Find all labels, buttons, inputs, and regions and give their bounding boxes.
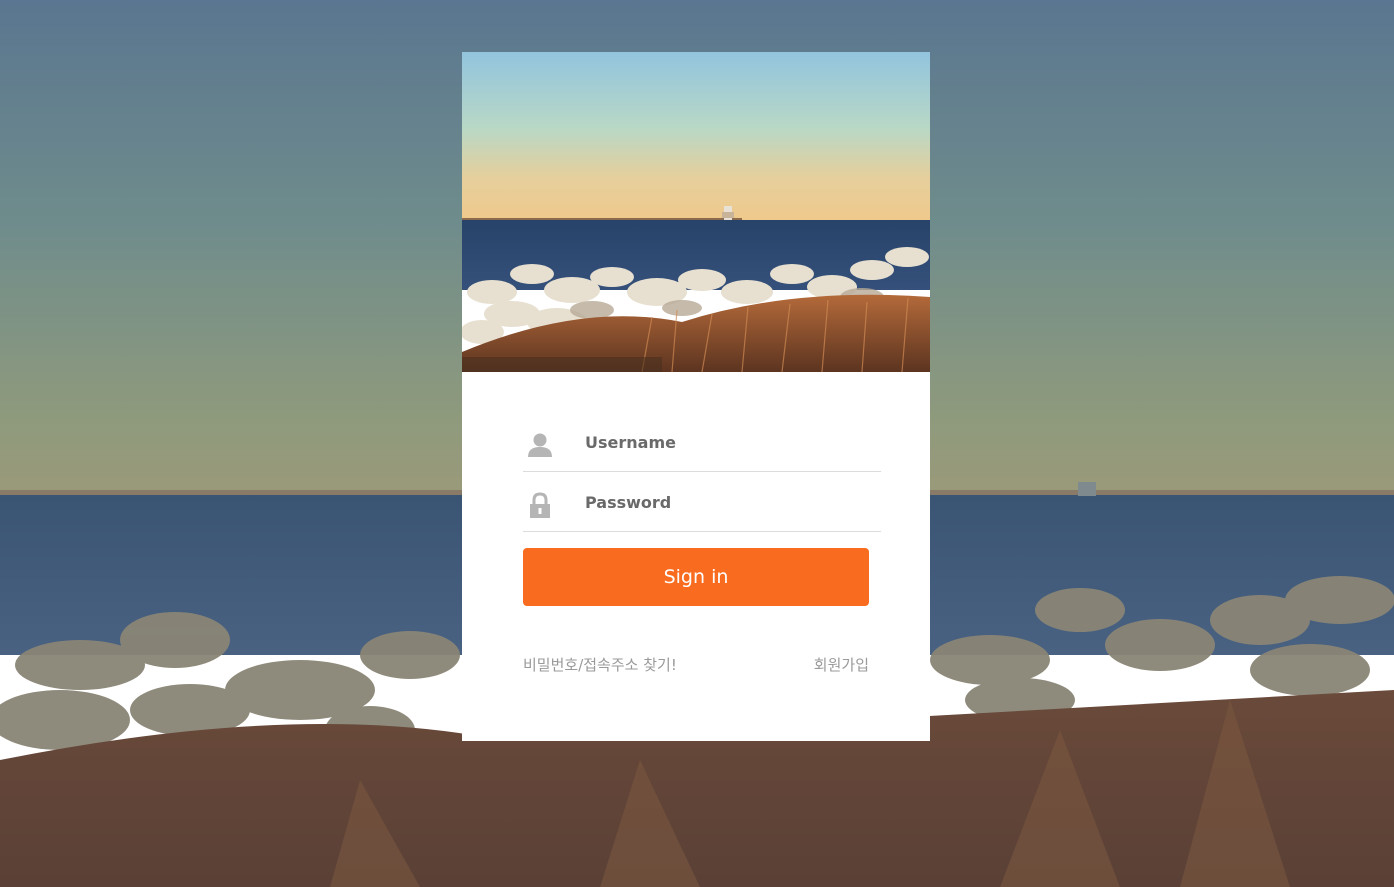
username-input[interactable]: [585, 426, 875, 458]
login-form: Sign in 비밀번호/접속주소 찾기! 회원가입: [523, 412, 881, 674]
hero-image: [462, 52, 930, 372]
password-field: [523, 472, 881, 532]
find-password-link[interactable]: 비밀번호/접속주소 찾기!: [523, 654, 677, 675]
lock-icon: [527, 492, 553, 518]
sign-in-button[interactable]: Sign in: [523, 548, 869, 606]
user-icon: [527, 432, 553, 458]
password-input[interactable]: [585, 486, 875, 518]
signup-link[interactable]: 회원가입: [814, 654, 869, 675]
username-field: [523, 412, 881, 472]
login-card: Sign in 비밀번호/접속주소 찾기! 회원가입: [462, 52, 930, 741]
auth-links: 비밀번호/접속주소 찾기! 회원가입: [523, 654, 869, 676]
